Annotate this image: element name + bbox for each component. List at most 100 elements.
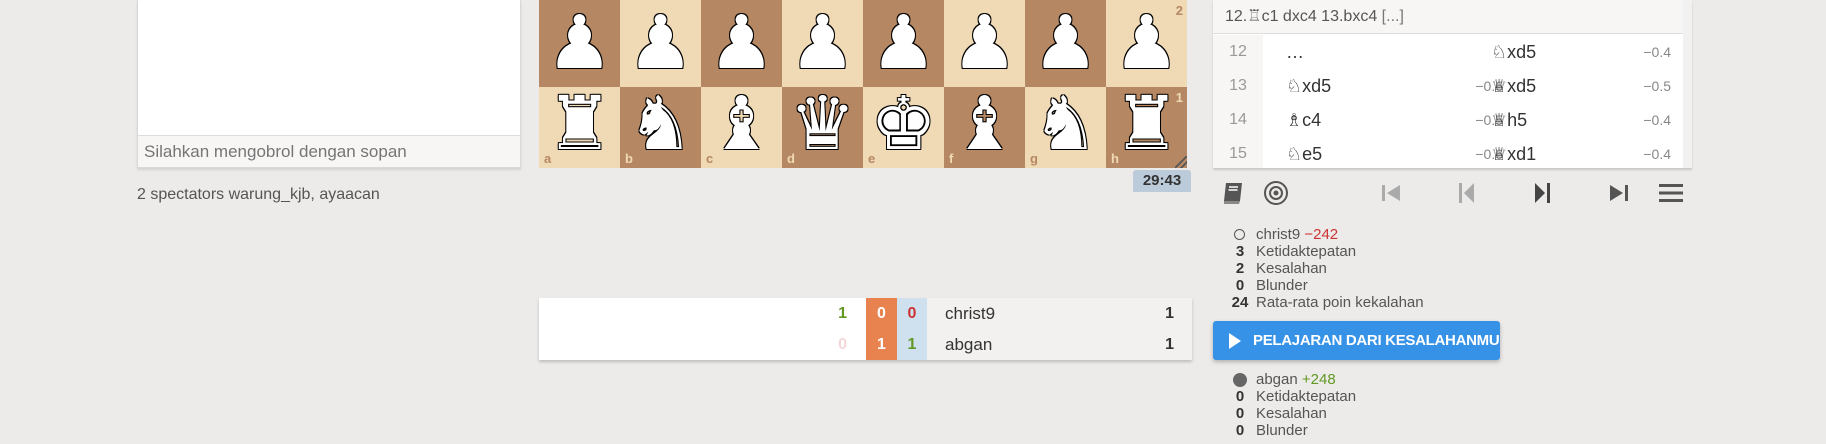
header-move-line: 12.♖c1 dxc4 13.bxc4 [1225,8,1378,25]
square-e1[interactable]: ♚ e [863,84,944,168]
black-acpl-delta: +248 [1301,371,1336,388]
square-a2[interactable]: ♟ [539,0,620,87]
menu-icon[interactable] [1651,176,1691,210]
stat-label: Rata-rata poin kekalahan [1256,294,1424,311]
file-coord: a [544,151,552,166]
stat-label: Ketidaktepatan [1256,243,1357,260]
file-coord: c [706,151,714,166]
file-coord: b [625,151,633,166]
square-g1[interactable]: ♞ g [1025,84,1106,168]
white-pawn-icon[interactable]: ♟ [944,3,1025,84]
square-d2[interactable]: ♟ [782,0,863,87]
black-player-name[interactable]: abgan [1256,371,1298,388]
stat-label: Blunder [1256,422,1308,439]
move-number: 14 [1213,103,1263,137]
player-total-score: 1 [1165,305,1174,322]
chess-board[interactable]: ♟ ♟ ♟ ♟ ♟ ♟ ♟ ♟ 2 ♜ a ♞ b ♝ c ♛ d ♚ e ♝ f ♞ g ♜ h 1 [539,0,1187,168]
file-coord: d [787,151,795,166]
chat-panel [137,0,521,168]
move-row: 13 ♘xd5 −0.6 ♕xd5 −0.5 [1213,69,1683,103]
move-row: 12… ♘xd5 −0.4 [1213,35,1683,69]
white-move[interactable]: ♘e5 [1286,137,1456,168]
next-move-icon[interactable] [1522,176,1562,210]
stat-count: 24 [1231,294,1249,311]
white-pawn-icon[interactable]: ♟ [701,3,782,84]
square-a1[interactable]: ♜ a [539,84,620,168]
file-coord: f [949,151,954,166]
player-name[interactable]: abgan [945,329,992,360]
game-result[interactable]: 0 [866,298,897,329]
square-c1[interactable]: ♝ c [701,84,782,168]
game-clock: 29:43 [1133,170,1191,192]
stat-label: Kesalahan [1256,260,1327,277]
square-b1[interactable]: ♞ b [620,84,701,168]
moves-scrollbar[interactable] [1683,0,1692,168]
play-icon [1229,333,1241,349]
stat-count: 2 [1235,260,1245,277]
moves-panel: 12.♖c1 dxc4 13.bxc4 [...] 12 … ♘xd5 −0.4 13 ♘… [1213,0,1692,168]
white-pawn-icon[interactable]: ♟ [539,3,620,84]
black-move-eval: −0.4 [1643,146,1671,162]
black-move-eval: −0.4 [1643,44,1671,60]
move-row: 15 ♘e5 −0.6 ♕xd1 −0.4 [1213,137,1683,168]
stat-label: Ketidaktepatan [1256,388,1357,405]
player-name[interactable]: christ9 [945,298,995,329]
white-pawn-icon[interactable]: ♟ [620,3,701,84]
black-move-eval: −0.5 [1643,78,1671,94]
black-move-eval: −0.4 [1643,112,1671,128]
square-c2[interactable]: ♟ [701,0,782,87]
game-result[interactable]: 1 [539,298,861,329]
stat-label: Blunder [1256,277,1308,294]
white-move[interactable]: ♗c4 [1286,103,1456,137]
stat-count: 0 [1235,277,1245,294]
square-h2[interactable]: ♟ 2 [1106,0,1187,87]
scoreboard-row: 0 1 1 abgan 1 [539,329,1192,360]
stat-count: 0 [1235,388,1245,405]
square-f2[interactable]: ♟ [944,0,1025,87]
white-move[interactable]: ♘xd5 [1286,69,1456,103]
game-result[interactable]: 1 [897,329,927,360]
last-move-icon[interactable] [1599,176,1639,210]
move-row: 14 ♗c4 −0.5 ♕h5 −0.4 [1213,103,1683,137]
scoreboard-row: 1 0 0 christ9 1 [539,298,1192,329]
file-coord: h [1111,151,1119,166]
stat-label: Kesalahan [1256,405,1327,422]
book-icon[interactable] [1213,176,1253,210]
square-b2[interactable]: ♟ [620,0,701,87]
learn-from-mistakes-button[interactable]: PELAJARAN DARI KESALAHANMU [1213,321,1500,360]
stat-count: 0 [1235,422,1245,439]
move-number: 12 [1213,35,1263,69]
header-more[interactable]: [...] [1382,8,1404,25]
square-d1[interactable]: ♛ d [782,84,863,168]
player-score-cell: christ9 1 [927,298,1192,329]
rank-coord: 2 [1175,3,1183,18]
game-result[interactable]: 1 [866,329,897,360]
board-resize-handle[interactable] [1175,156,1187,168]
target-icon[interactable] [1256,176,1296,210]
prev-move-icon[interactable] [1447,176,1487,210]
white-player-name[interactable]: christ9 [1256,226,1300,243]
white-pawn-icon[interactable]: ♟ [782,3,863,84]
square-g2[interactable]: ♟ [1025,0,1106,87]
stat-count: 0 [1235,405,1245,422]
chat-input[interactable] [138,135,520,167]
file-coord: e [868,151,876,166]
white-bishop-icon[interactable]: ♝ [944,84,1025,165]
spectators-list: 2 spectators warung_kjb, ayaacan [137,186,380,203]
white-acpl-delta: −242 [1304,226,1339,243]
white-pawn-icon[interactable]: ♟ [1025,3,1106,84]
black-circle-icon [1233,373,1247,387]
white-move[interactable]: … [1286,35,1456,69]
first-move-icon[interactable] [1371,176,1411,210]
game-result[interactable]: 0 [539,329,861,360]
player-score-cell: abgan 1 [927,329,1192,360]
file-coord: g [1030,151,1038,166]
rank-coord: 1 [1175,90,1183,105]
move-number: 15 [1213,137,1263,168]
moves-header[interactable]: 12.♖c1 dxc4 13.bxc4 [...] [1213,0,1683,34]
game-result[interactable]: 0 [897,298,927,329]
white-pawn-icon[interactable]: ♟ [863,3,944,84]
square-f1[interactable]: ♝ f [944,84,1025,168]
square-e2[interactable]: ♟ [863,0,944,87]
analysis-controls [1213,176,1692,210]
